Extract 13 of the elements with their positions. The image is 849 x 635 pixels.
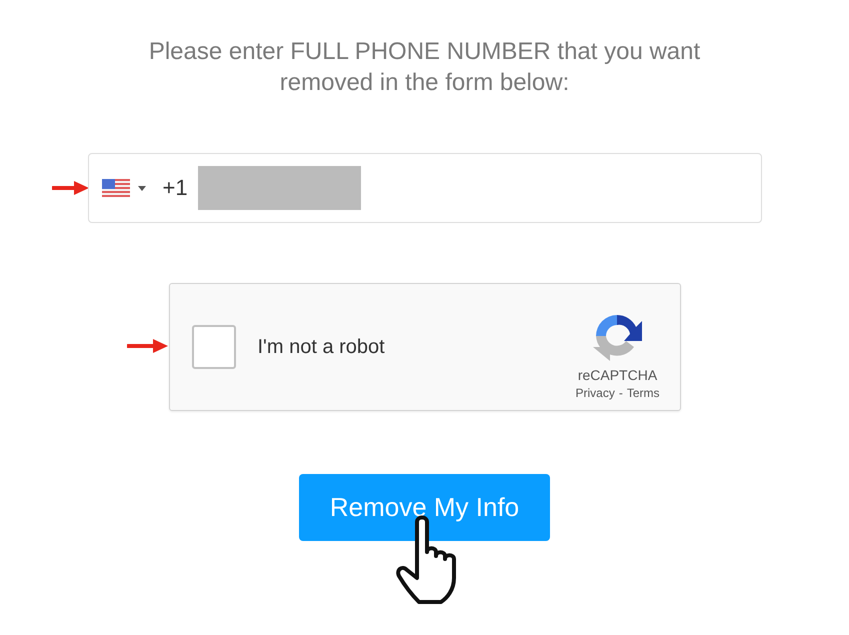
flag-icon <box>102 179 130 197</box>
recaptcha-brand: reCAPTCHA <box>578 366 658 382</box>
captcha-checkbox[interactable] <box>192 325 236 369</box>
terms-link[interactable]: Terms <box>626 386 660 400</box>
country-code: +1 <box>162 175 188 201</box>
pointer-arrow-icon <box>52 180 90 196</box>
privacy-link[interactable]: Privacy <box>575 386 615 400</box>
instruction-text: Please enter FULL PHONE NUMBER that you want removed in the form below: <box>148 37 702 98</box>
pointer-arrow-icon <box>126 338 168 354</box>
captcha-label: I'm not a robot <box>258 336 386 358</box>
link-separator: - <box>618 386 623 400</box>
caret-icon[interactable] <box>138 186 146 190</box>
phone-field[interactable]: +1 <box>88 153 762 223</box>
